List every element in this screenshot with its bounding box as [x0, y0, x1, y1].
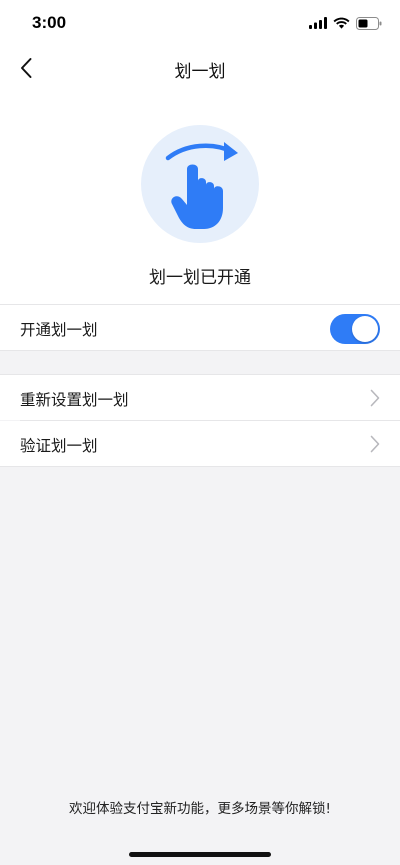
page-title: 划一划	[174, 62, 226, 82]
swipe-gesture-icon	[165, 142, 238, 229]
chevron-right-icon	[370, 435, 380, 453]
verify-swipe-label: 验证划一划	[20, 437, 98, 455]
home-indicator[interactable]	[129, 852, 271, 857]
status-icons	[309, 16, 382, 30]
toggle-knob	[352, 316, 378, 342]
enable-swipe-toggle[interactable]	[330, 314, 380, 344]
divider	[0, 374, 400, 375]
enable-swipe-row: 开通划一划	[0, 305, 400, 350]
chevron-right-icon	[370, 389, 380, 407]
navigation-bar: 划一划	[0, 44, 400, 92]
status-bar: 3:00	[0, 0, 400, 44]
cellular-signal-icon	[309, 17, 327, 29]
activation-status-text: 划一划已开通	[149, 268, 251, 288]
battery-icon	[356, 16, 382, 30]
enable-swipe-label: 开通划一划	[20, 321, 98, 339]
reset-swipe-row[interactable]: 重新设置划一划	[0, 375, 400, 420]
footer-promo-text: 欢迎体验支付宝新功能，更多场景等你解锁!	[69, 801, 331, 817]
verify-swipe-row[interactable]: 验证划一划	[0, 421, 400, 466]
wifi-icon	[333, 17, 350, 29]
reset-swipe-label: 重新设置划一划	[20, 391, 129, 409]
status-time: 3:00	[32, 13, 67, 32]
header-section: 3:00 划一划 划一划已开通	[0, 0, 400, 305]
divider	[0, 466, 400, 467]
divider	[0, 350, 400, 351]
divider	[0, 304, 400, 305]
hero-icon-circle	[141, 125, 259, 243]
